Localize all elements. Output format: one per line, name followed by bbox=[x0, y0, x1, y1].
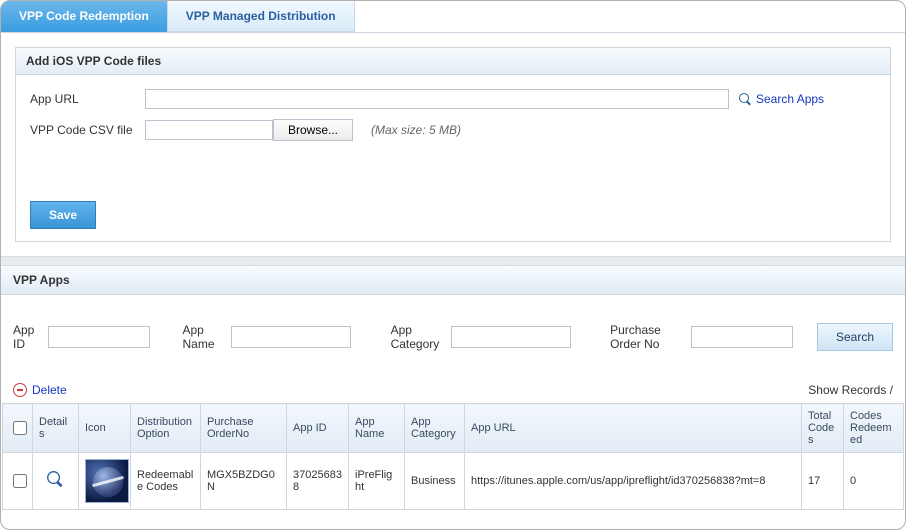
vpp-container: VPP Code Redemption VPP Managed Distribu… bbox=[0, 0, 906, 530]
search-icon bbox=[739, 93, 752, 106]
cell-distribution: Redeemable Codes bbox=[131, 453, 201, 510]
col-appname[interactable]: App Name bbox=[349, 404, 405, 453]
max-size-hint: (Max size: 5 MB) bbox=[371, 123, 461, 137]
table-row: Redeemable Codes MGX5BZDG0N 370256838 iP… bbox=[3, 453, 904, 510]
col-appurl[interactable]: App URL bbox=[465, 404, 802, 453]
cell-purchase-order: MGX5BZDG0N bbox=[201, 453, 287, 510]
delete-icon bbox=[13, 383, 27, 397]
filter-appname-input[interactable] bbox=[231, 326, 351, 348]
filter-category-input[interactable] bbox=[451, 326, 571, 348]
add-codes-body: App URL Search Apps VPP Code CSV file Br… bbox=[16, 75, 890, 241]
cell-appid: 370256838 bbox=[287, 453, 349, 510]
vpp-apps-header: VPP Apps bbox=[1, 266, 905, 295]
col-icon[interactable]: Icon bbox=[79, 404, 131, 453]
col-distribution[interactable]: Distribution Option bbox=[131, 404, 201, 453]
browse-button[interactable]: Browse... bbox=[273, 119, 353, 141]
cell-appname: iPreFlight bbox=[349, 453, 405, 510]
col-codes-redeemed[interactable]: Codes Redeemed bbox=[844, 404, 904, 453]
search-apps-label: Search Apps bbox=[756, 92, 824, 106]
row-checkbox[interactable] bbox=[13, 474, 27, 488]
filter-appid-input[interactable] bbox=[48, 326, 150, 348]
cell-category: Business bbox=[405, 453, 465, 510]
filter-po-input[interactable] bbox=[691, 326, 793, 348]
filter-appname-label: App Name bbox=[183, 323, 222, 351]
search-button[interactable]: Search bbox=[817, 323, 893, 351]
app-url-row: App URL Search Apps bbox=[30, 89, 876, 109]
cell-total-codes: 17 bbox=[802, 453, 844, 510]
csv-label: VPP Code CSV file bbox=[30, 123, 145, 137]
cell-appurl: https://itunes.apple.com/us/app/ipreflig… bbox=[465, 453, 802, 510]
divider-strip bbox=[1, 256, 905, 266]
details-icon[interactable] bbox=[47, 471, 64, 488]
filters-row: App ID App Name App Category Purchase Or… bbox=[1, 295, 905, 363]
col-category[interactable]: App Category bbox=[405, 404, 465, 453]
search-apps-link[interactable]: Search Apps bbox=[739, 92, 824, 106]
filter-appid-label: App ID bbox=[13, 323, 38, 351]
col-total-codes[interactable]: Total Codes bbox=[802, 404, 844, 453]
table-header-row: Details Icon Distribution Option Purchas… bbox=[3, 404, 904, 453]
app-url-input[interactable] bbox=[145, 89, 729, 109]
app-icon bbox=[85, 459, 129, 503]
add-codes-header: Add iOS VPP Code files bbox=[16, 48, 890, 75]
save-button[interactable]: Save bbox=[30, 201, 96, 229]
select-all-checkbox[interactable] bbox=[13, 421, 27, 435]
app-url-label: App URL bbox=[30, 92, 145, 106]
filter-category-label: App Category bbox=[391, 323, 441, 351]
show-records-label: Show Records / bbox=[808, 383, 893, 397]
tab-vpp-code-redemption[interactable]: VPP Code Redemption bbox=[1, 1, 168, 32]
col-appid[interactable]: App ID bbox=[287, 404, 349, 453]
tab-vpp-managed-distribution[interactable]: VPP Managed Distribution bbox=[168, 1, 355, 32]
delete-link[interactable]: Delete bbox=[13, 383, 67, 397]
csv-row: VPP Code CSV file Browse... (Max size: 5… bbox=[30, 119, 876, 141]
filter-po-label: Purchase Order No bbox=[610, 323, 681, 351]
add-codes-panel: Add iOS VPP Code files App URL Search Ap… bbox=[15, 47, 891, 242]
tab-bar: VPP Code Redemption VPP Managed Distribu… bbox=[1, 1, 905, 33]
table-toolbar: Delete Show Records / bbox=[1, 363, 905, 403]
cell-codes-redeemed: 0 bbox=[844, 453, 904, 510]
csv-file-input[interactable] bbox=[145, 120, 273, 140]
delete-label: Delete bbox=[32, 383, 67, 397]
col-purchase-order[interactable]: Purchase OrderNo bbox=[201, 404, 287, 453]
vpp-apps-table: Details Icon Distribution Option Purchas… bbox=[2, 403, 904, 510]
col-details[interactable]: Details bbox=[33, 404, 79, 453]
